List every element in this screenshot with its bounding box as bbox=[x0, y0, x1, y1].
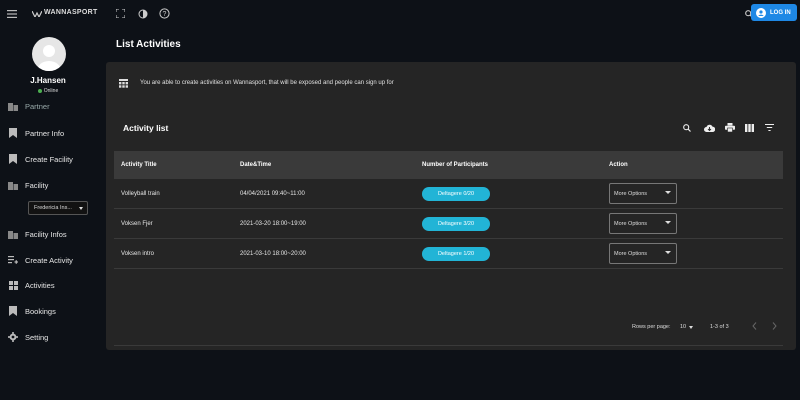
column-header-datetime[interactable]: Date&Time bbox=[240, 151, 271, 179]
participants-badge[interactable]: Deltagere 3/20 bbox=[422, 217, 490, 231]
column-header-participants[interactable]: Number of Participants bbox=[422, 151, 488, 179]
more-options-select[interactable]: More Options bbox=[609, 183, 677, 204]
online-dot-icon bbox=[37, 89, 42, 93]
sidebar-item-facility[interactable]: Facility bbox=[0, 175, 96, 195]
gear-icon bbox=[8, 332, 18, 342]
menu-icon[interactable] bbox=[6, 8, 18, 20]
main-content: List Activities You are able to create a… bbox=[96, 28, 800, 400]
contrast-icon[interactable] bbox=[137, 8, 148, 19]
info-text: You are able to create activities on Wan… bbox=[140, 80, 394, 86]
rows-per-page-select[interactable]: 10 bbox=[680, 322, 700, 332]
table-row[interactable]: Voksen Fjer 2021-03-20 18:00~19:00 Delta… bbox=[114, 209, 783, 239]
chevron-down-icon bbox=[689, 325, 694, 329]
column-header-activity-title[interactable]: Activity Title bbox=[121, 151, 157, 179]
calendar-grid-icon bbox=[118, 78, 128, 88]
brand-logo-icon bbox=[32, 9, 42, 19]
svg-text:?: ? bbox=[162, 11, 166, 18]
facility-select[interactable]: Fredericia Ins... bbox=[28, 201, 88, 215]
search-icon[interactable] bbox=[682, 123, 692, 133]
chevron-left-icon[interactable] bbox=[749, 321, 759, 331]
pagination-divider bbox=[114, 345, 783, 346]
chevron-down-icon bbox=[665, 191, 671, 194]
sidebar-header-partner: Partner bbox=[0, 96, 96, 116]
top-bar: WANNASPORT ? LOG IN bbox=[0, 0, 800, 28]
chevron-down-icon bbox=[665, 251, 671, 254]
brand-name[interactable]: WANNASPORT bbox=[44, 9, 98, 16]
bookmark-icon bbox=[8, 306, 18, 316]
more-options-select[interactable]: More Options bbox=[609, 213, 677, 234]
table-header: Activity Title Date&Time Number of Parti… bbox=[114, 151, 783, 179]
print-icon[interactable] bbox=[724, 122, 735, 133]
columns-icon[interactable] bbox=[744, 122, 755, 133]
filter-icon[interactable] bbox=[764, 122, 775, 133]
username: J.Hansen bbox=[30, 76, 66, 85]
login-button[interactable]: LOG IN bbox=[751, 4, 797, 21]
bookmark-icon bbox=[8, 154, 18, 164]
sidebar-item-facility-infos[interactable]: Facility Infos bbox=[0, 224, 96, 244]
sidebar-item-create-activity[interactable]: Create Activity bbox=[0, 250, 96, 270]
building-icon bbox=[8, 229, 18, 239]
sidebar-item-setting[interactable]: Setting bbox=[0, 327, 96, 347]
rows-per-page-label: Rows per page: bbox=[632, 324, 671, 330]
activity-title: Voksen Fjer bbox=[121, 221, 153, 227]
chevron-down-icon bbox=[79, 207, 83, 210]
sidebar-item-activities[interactable]: Activities bbox=[0, 275, 96, 295]
table-row[interactable]: Volleyball train 04/04/2021 09:40~11:00 … bbox=[114, 179, 783, 209]
sidebar-item-partner-info[interactable]: Partner Info bbox=[0, 123, 96, 143]
grid-icon bbox=[8, 280, 18, 290]
help-icon[interactable]: ? bbox=[158, 7, 170, 19]
sidebar-item-create-facility[interactable]: Create Facility bbox=[0, 149, 96, 169]
activity-card: You are able to create activities on Wan… bbox=[106, 62, 796, 350]
avatar[interactable] bbox=[32, 37, 66, 71]
activity-datetime: 04/04/2021 09:40~11:00 bbox=[240, 191, 305, 197]
bookmark-icon bbox=[8, 128, 18, 138]
chevron-down-icon bbox=[665, 221, 671, 224]
sidebar-item-bookings[interactable]: Bookings bbox=[0, 301, 96, 321]
participants-badge[interactable]: Deltagere 0/20 bbox=[422, 187, 490, 201]
activity-title: Volleyball train bbox=[121, 191, 160, 197]
login-label: LOG IN bbox=[770, 9, 791, 16]
column-header-action[interactable]: Action bbox=[609, 151, 628, 179]
add-list-icon bbox=[8, 255, 18, 265]
user-circle-icon bbox=[756, 7, 766, 18]
table-row[interactable]: Voksen intro 2021-03-10 18:00~20:00 Delt… bbox=[114, 239, 783, 269]
status-badge: Online bbox=[0, 88, 96, 94]
chevron-right-icon[interactable] bbox=[769, 321, 779, 331]
fullscreen-icon[interactable] bbox=[115, 8, 126, 19]
building-icon bbox=[8, 180, 18, 190]
card-title: Activity list bbox=[123, 123, 169, 133]
activity-datetime: 2021-03-10 18:00~20:00 bbox=[240, 251, 306, 257]
activity-datetime: 2021-03-20 18:00~19:00 bbox=[240, 221, 306, 227]
building-icon bbox=[8, 101, 18, 111]
cloud-download-icon[interactable] bbox=[703, 122, 715, 133]
activity-title: Voksen intro bbox=[121, 251, 155, 257]
pagination-range: 1-3 of 3 bbox=[710, 324, 729, 330]
page-title: List Activities bbox=[116, 39, 181, 50]
sidebar: J.Hansen Online Partner Partner Info Cre… bbox=[0, 28, 96, 400]
more-options-select[interactable]: More Options bbox=[609, 243, 677, 264]
participants-badge[interactable]: Deltagere 1/20 bbox=[422, 247, 490, 261]
